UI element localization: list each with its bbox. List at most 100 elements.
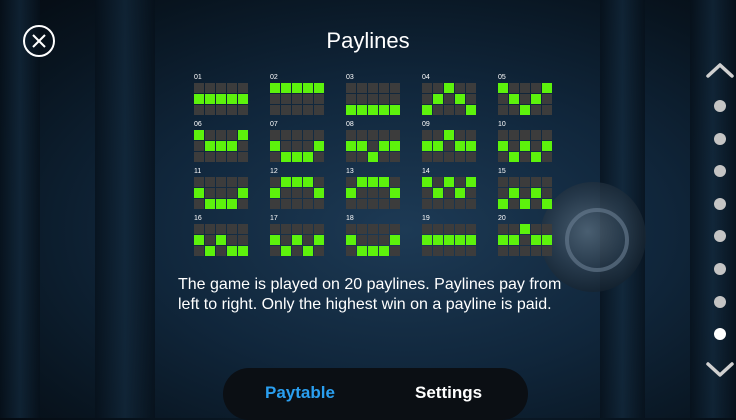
payline-cell-active <box>390 141 400 151</box>
payline-cell-active <box>292 235 302 245</box>
payline-cell-active <box>314 83 324 93</box>
payline-pattern <box>194 83 248 115</box>
payline-cell-active <box>205 94 215 104</box>
payline-cell-active <box>270 235 280 245</box>
payline-number: 15 <box>498 168 506 175</box>
payline-cell <box>455 246 465 256</box>
payline-cell <box>531 224 541 234</box>
payline-cell-active <box>281 83 291 93</box>
payline-cell <box>455 130 465 140</box>
payline-cell <box>531 141 541 151</box>
page-title: Paylines <box>326 28 410 53</box>
payline-cell <box>455 152 465 162</box>
payline-cell <box>357 83 367 93</box>
payline-cell <box>368 188 378 198</box>
payline-cell <box>520 177 530 187</box>
payline-cell-active <box>205 141 215 151</box>
payline-pattern <box>422 83 476 115</box>
payline-cell <box>314 224 324 234</box>
payline-cell-active <box>194 188 204 198</box>
payline-cell <box>205 235 215 245</box>
chevron-up-icon[interactable] <box>705 60 735 80</box>
payline-14: 14 <box>418 168 478 210</box>
payline-cell <box>194 246 204 256</box>
payline-cell-active <box>270 141 280 151</box>
payline-cell <box>509 105 519 115</box>
payline-cell-active <box>531 235 541 245</box>
payline-number: 11 <box>194 168 202 175</box>
payline-cell <box>498 94 508 104</box>
payline-cell-active <box>281 177 291 187</box>
paylines-description: The game is played on 20 paylines. Payli… <box>178 276 562 313</box>
payline-cell <box>270 130 280 140</box>
payline-cell <box>216 152 226 162</box>
payline-cell <box>531 177 541 187</box>
payline-cell-active <box>357 177 367 187</box>
page-dot[interactable] <box>714 328 726 341</box>
payline-cell <box>238 224 248 234</box>
payline-cell <box>444 94 454 104</box>
payline-number: 20 <box>498 215 506 222</box>
payline-number: 03 <box>346 74 354 81</box>
payline-cell-active <box>455 94 465 104</box>
payline-cell-active <box>531 94 541 104</box>
payline-cell <box>194 224 204 234</box>
payline-cell <box>444 246 454 256</box>
payline-cell <box>520 235 530 245</box>
payline-13: 13 <box>342 168 402 210</box>
page-dot[interactable] <box>714 295 726 308</box>
page-dot[interactable] <box>714 197 726 210</box>
payline-cell-active <box>379 141 389 151</box>
payline-cell <box>542 105 552 115</box>
payline-cell <box>433 83 443 93</box>
payline-cell-active <box>292 152 302 162</box>
payline-cell-active <box>379 105 389 115</box>
payline-cell <box>444 152 454 162</box>
payline-cell-active <box>216 94 226 104</box>
payline-cell-active <box>227 141 237 151</box>
payline-18: 18 <box>342 215 402 257</box>
tab-settings[interactable]: Settings <box>415 383 482 403</box>
payline-cell-active <box>292 177 302 187</box>
payline-cell-active <box>194 94 204 104</box>
payline-cell-active <box>509 188 519 198</box>
payline-cell-active <box>379 246 389 256</box>
payline-cell <box>422 130 432 140</box>
payline-cell <box>455 199 465 209</box>
payline-cell <box>379 152 389 162</box>
payline-number: 13 <box>346 168 354 175</box>
payline-number: 05 <box>498 74 506 81</box>
payline-cell <box>227 188 237 198</box>
page-dot[interactable] <box>714 165 726 178</box>
payline-cell-active <box>303 83 313 93</box>
chevron-down-icon[interactable] <box>705 360 735 380</box>
payline-cell-active <box>520 224 530 234</box>
payline-number: 08 <box>346 121 354 128</box>
payline-cell <box>433 152 443 162</box>
payline-20: 20 <box>494 215 554 257</box>
payline-cell-active <box>238 94 248 104</box>
payline-cell <box>303 105 313 115</box>
payline-cell-active <box>314 235 324 245</box>
payline-cell <box>531 130 541 140</box>
payline-number: 09 <box>422 121 430 128</box>
payline-cell <box>542 152 552 162</box>
payline-pattern <box>346 83 400 115</box>
payline-number: 18 <box>346 215 354 222</box>
tab-paytable[interactable]: Paytable <box>265 383 335 403</box>
payline-cell-active <box>390 235 400 245</box>
payline-number: 10 <box>498 121 506 128</box>
page-dot[interactable] <box>714 230 726 243</box>
payline-cell <box>433 199 443 209</box>
page-dot[interactable] <box>714 132 726 145</box>
payline-pattern <box>422 224 476 256</box>
page-dot[interactable] <box>714 263 726 275</box>
payline-07: 07 <box>266 121 326 163</box>
payline-cell <box>498 130 508 140</box>
page-dot[interactable] <box>714 100 726 112</box>
payline-cell-active <box>368 105 378 115</box>
payline-cell <box>520 130 530 140</box>
payline-cell <box>303 141 313 151</box>
payline-cell <box>390 199 400 209</box>
payline-cell <box>444 199 454 209</box>
